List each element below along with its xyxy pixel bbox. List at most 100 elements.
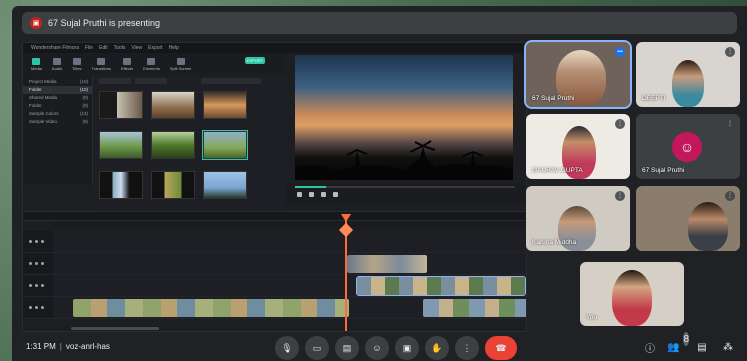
timeline-track[interactable]: [53, 253, 526, 275]
menu-tools[interactable]: Tools: [114, 45, 126, 51]
tool-split-screen[interactable]: Split Screen: [170, 57, 191, 71]
preview-progress-fill: [295, 186, 326, 188]
import-dropdown[interactable]: [99, 78, 131, 84]
camera-button[interactable]: ▭: [305, 336, 329, 360]
titles-icon: [72, 57, 81, 65]
captions-button[interactable]: ▤: [335, 336, 359, 360]
stop-icon[interactable]: [333, 192, 338, 197]
emoji-button[interactable]: ☺: [365, 336, 389, 360]
participant-tile[interactable]: ⋮ DEEPTI: [636, 42, 740, 107]
project-item[interactable]: Sample Colors (13): [23, 110, 92, 118]
activities-icon: ⁂: [723, 341, 733, 353]
track-header[interactable]: [23, 275, 53, 297]
self-view-tile[interactable]: You: [580, 262, 684, 326]
project-item[interactable]: Folder (10): [23, 86, 92, 94]
track-lock-icon[interactable]: [29, 240, 32, 243]
palm-silhouette: [295, 140, 513, 180]
timeline-scrollbar[interactable]: [71, 327, 159, 330]
participant-tile[interactable]: ⋮ GAURAV GUPTA: [526, 114, 630, 179]
track-lock-icon[interactable]: [29, 306, 32, 309]
presenting-text: 67 Sujal Pruthi is presenting: [48, 18, 161, 28]
play-icon[interactable]: [309, 192, 314, 197]
tool-effects[interactable]: Effects: [121, 57, 133, 71]
participant-tile[interactable]: ⋮ Karuna Middha: [526, 186, 630, 251]
project-item[interactable]: Project Media (10): [23, 78, 92, 86]
track-header[interactable]: [23, 253, 53, 275]
project-item[interactable]: Folder (0): [23, 102, 92, 110]
menu-view[interactable]: View: [131, 45, 142, 51]
media-thumbnail[interactable]: [151, 91, 195, 119]
project-item[interactable]: Sample Video (9): [23, 118, 92, 126]
tool-media[interactable]: Media: [31, 57, 42, 71]
timeline-track[interactable]: [53, 231, 526, 253]
media-thumbnail[interactable]: [203, 91, 247, 119]
track-mute-icon[interactable]: [41, 240, 44, 243]
record-dropdown[interactable]: [135, 78, 167, 84]
media-thumbnail[interactable]: [151, 171, 195, 199]
media-thumbnail[interactable]: [151, 131, 195, 159]
speaking-indicator-icon: •••: [615, 47, 625, 57]
chat-button[interactable]: ▤: [695, 340, 709, 354]
participant-tile[interactable]: ••• 67 Sujal Pruthi: [524, 40, 632, 109]
track-header[interactable]: [23, 231, 53, 253]
media-search-input[interactable]: [201, 78, 261, 84]
export-button[interactable]: EXPORT: [245, 57, 265, 64]
track-mute-icon[interactable]: [41, 262, 44, 265]
audio-icon: [53, 57, 62, 65]
end-call-icon: ☎: [495, 342, 507, 353]
participant-tile[interactable]: ⋮: [636, 186, 740, 251]
preview-controls: [285, 183, 526, 203]
microphone-button[interactable]: 🎙: [275, 336, 299, 360]
timeline-track[interactable]: [53, 275, 526, 297]
project-item[interactable]: Shared Media (0): [23, 94, 92, 102]
tool-elements[interactable]: Elements: [143, 57, 160, 71]
timeline-ruler[interactable]: [53, 221, 526, 229]
participant-tile[interactable]: ☺ ⋮ 67 Sujal Pruthi: [636, 114, 740, 179]
preview-progress[interactable]: [295, 186, 515, 188]
present-button[interactable]: ▣: [395, 336, 419, 360]
video-clip[interactable]: [423, 299, 526, 317]
tool-transitions[interactable]: Transitions: [92, 57, 111, 71]
track-eye-icon[interactable]: [35, 306, 38, 309]
track-lock-icon[interactable]: [29, 262, 32, 265]
track-mute-icon[interactable]: [41, 306, 44, 309]
menu-help[interactable]: Help: [169, 45, 179, 51]
menu-app[interactable]: Wondershare Filmora: [31, 45, 79, 51]
next-frame-icon[interactable]: [321, 192, 326, 197]
track-mute-icon[interactable]: [41, 284, 44, 287]
track-lock-icon[interactable]: [29, 284, 32, 287]
menu-edit[interactable]: Edit: [99, 45, 108, 51]
track-eye-icon[interactable]: [35, 240, 38, 243]
more-options-icon[interactable]: ⋮: [615, 119, 625, 129]
video-clip[interactable]: [356, 276, 526, 296]
more-options-icon[interactable]: ⋮: [615, 191, 625, 201]
media-thumbnail[interactable]: [99, 171, 143, 199]
media-thumbnail[interactable]: [99, 131, 143, 159]
timeline-track[interactable]: [53, 297, 526, 319]
track-eye-icon[interactable]: [35, 284, 38, 287]
raise-hand-button[interactable]: ✋: [425, 336, 449, 360]
meeting-details-button[interactable]: ⓘ: [643, 340, 657, 355]
more-options-icon[interactable]: ⋮: [725, 47, 735, 57]
menu-file[interactable]: File: [85, 45, 93, 51]
end-call-button[interactable]: ☎: [485, 336, 517, 360]
shared-screen[interactable]: Wondershare Filmora File Edit Tools View…: [22, 42, 527, 332]
media-thumbnail[interactable]: [99, 91, 143, 119]
track-header[interactable]: [23, 297, 53, 319]
activities-button[interactable]: ⁂: [721, 340, 735, 354]
video-clip[interactable]: [347, 255, 427, 273]
preview-viewer[interactable]: [295, 55, 513, 180]
more-options-icon[interactable]: ⋮: [725, 191, 735, 201]
people-button[interactable]: 👥 8: [667, 332, 690, 354]
tool-audio[interactable]: Audio: [52, 57, 62, 71]
participant-name: 67 Sujal Pruthi: [642, 167, 685, 174]
track-eye-icon[interactable]: [35, 262, 38, 265]
more-options-button[interactable]: ⋮: [455, 336, 479, 360]
menu-export[interactable]: Export: [148, 45, 162, 51]
media-thumbnail[interactable]: [203, 171, 247, 199]
prev-frame-icon[interactable]: [297, 192, 302, 197]
tool-titles[interactable]: Titles: [72, 57, 82, 71]
media-thumbnail[interactable]: [202, 130, 248, 160]
video-clip[interactable]: [73, 299, 349, 317]
more-options-icon[interactable]: ⋮: [725, 119, 735, 129]
